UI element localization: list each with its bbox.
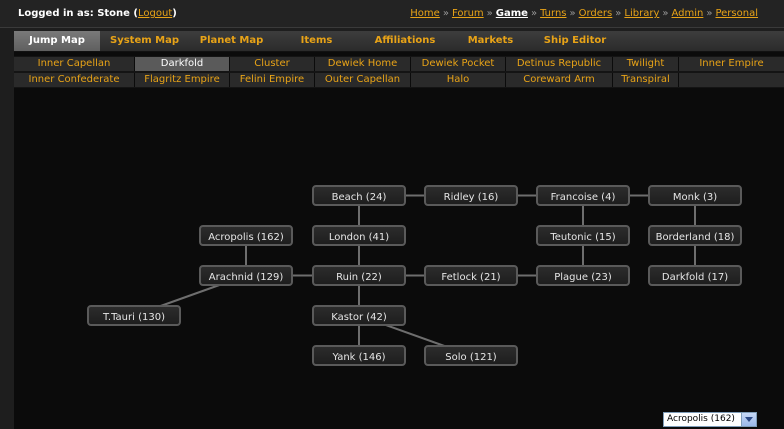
system-node-plague[interactable]: Plague (23)	[536, 265, 630, 286]
system-node-teutonic[interactable]: Teutonic (15)	[536, 225, 630, 246]
system-node-ridley[interactable]: Ridley (16)	[424, 185, 518, 206]
system-node-borderland[interactable]: Borderland (18)	[648, 225, 742, 246]
system-node-solo[interactable]: Solo (121)	[424, 345, 518, 366]
system-select[interactable]: Acropolis (162)	[663, 412, 757, 427]
chevron-down-icon[interactable]	[741, 413, 756, 426]
system-node-monk[interactable]: Monk (3)	[648, 185, 742, 206]
system-node-london[interactable]: London (41)	[312, 225, 406, 246]
system-node-acropolis[interactable]: Acropolis (162)	[199, 225, 293, 246]
jump-map: Beach (24) Ridley (16) Francoise (4) Monk (…	[0, 0, 784, 429]
system-node-fetlock[interactable]: Fetlock (21)	[424, 265, 518, 286]
system-node-ruin[interactable]: Ruin (22)	[312, 265, 406, 286]
system-node-arachnid[interactable]: Arachnid (129)	[199, 265, 293, 286]
system-node-darkfold[interactable]: Darkfold (17)	[648, 265, 742, 286]
system-select-value: Acropolis (162)	[667, 414, 735, 424]
system-node-kastor[interactable]: Kastor (42)	[312, 305, 406, 326]
system-node-beach[interactable]: Beach (24)	[312, 185, 406, 206]
system-node-francoise[interactable]: Francoise (4)	[536, 185, 630, 206]
system-node-yank[interactable]: Yank (146)	[312, 345, 406, 366]
system-node-ttauri[interactable]: T.Tauri (130)	[87, 305, 181, 326]
